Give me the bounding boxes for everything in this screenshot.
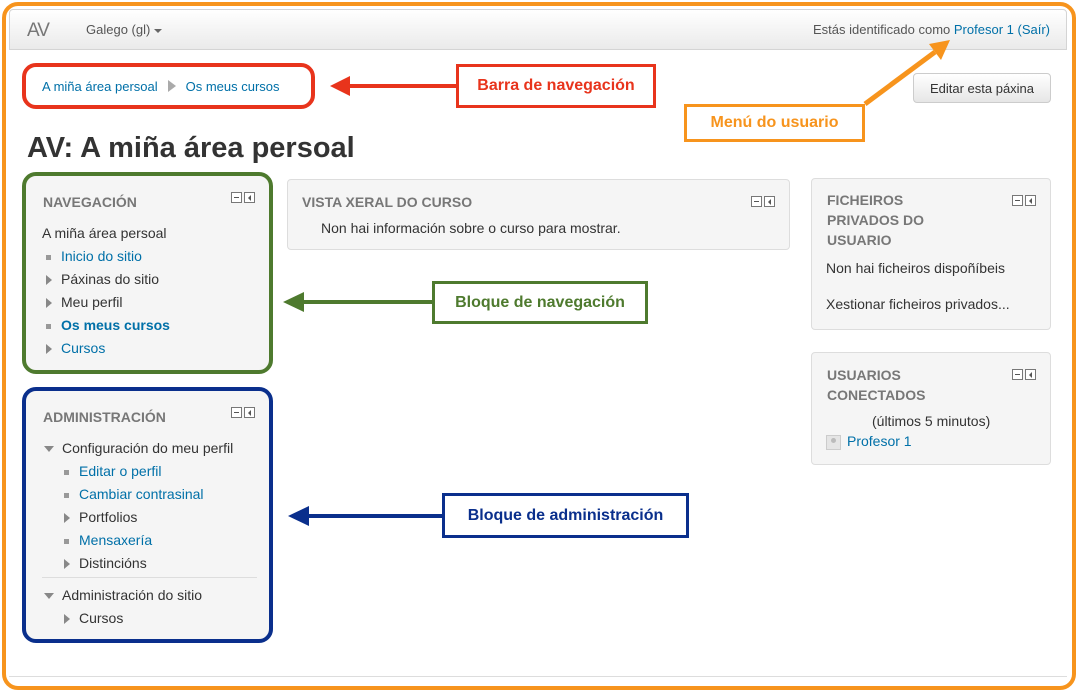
block-controls	[231, 407, 255, 418]
bullet-icon	[64, 492, 69, 498]
collapse-icon[interactable]	[1012, 369, 1023, 380]
admin-item-label: Administración do sitio	[62, 587, 203, 603]
bullet-icon	[46, 323, 51, 329]
collapse-arrow-icon	[44, 446, 54, 453]
page-title: AV: A miña área persoal	[27, 132, 355, 164]
admin-item-label: Distincións	[79, 555, 147, 571]
site-brand[interactable]: AV	[27, 20, 50, 42]
navigation-block: NAVEGACIÓN A miña área persoal Inicio do…	[22, 172, 273, 374]
private-files-title: FICHEIROS PRIVADOS DO USUARIO	[827, 190, 924, 250]
nav-item-label: Páxinas do sitio	[61, 271, 160, 287]
nav-item-courses[interactable]: Cursos	[46, 339, 105, 357]
navigation-block-title: NAVEGACIÓN	[43, 194, 137, 210]
title-line: PRIVADOS DO	[827, 212, 924, 228]
administration-block-title: ADMINISTRACIÓN	[43, 409, 166, 425]
dock-icon[interactable]	[764, 196, 775, 207]
language-menu[interactable]: Galego (gl)	[86, 22, 163, 37]
callout-admin-block: Bloque de administración	[442, 493, 689, 538]
dock-icon[interactable]	[1025, 195, 1036, 206]
breadcrumb-separator-icon	[167, 80, 176, 92]
administration-block: ADMINISTRACIÓN Configuración do meu perf…	[22, 387, 273, 643]
block-divider	[42, 577, 257, 578]
nav-item-my-profile[interactable]: Meu perfil	[46, 293, 122, 311]
title-line: USUARIO	[827, 232, 892, 248]
admin-messaging[interactable]: Mensaxería	[64, 531, 152, 549]
admin-item-label: Configuración do meu perfil	[62, 440, 234, 456]
online-user-link[interactable]: Profesor 1	[847, 433, 912, 449]
collapse-arrow-icon	[44, 593, 54, 600]
callout-user-menu: Menú do usuario	[684, 104, 865, 142]
bullet-icon	[46, 254, 51, 260]
online-users-block: USUARIOS CONECTADOS (últimos 5 minutos) …	[811, 352, 1051, 465]
logout-link[interactable]: (Saír)	[1018, 22, 1051, 37]
dock-icon[interactable]	[1025, 369, 1036, 380]
collapse-icon[interactable]	[751, 196, 762, 207]
expand-arrow-icon	[64, 513, 70, 524]
chevron-down-icon	[154, 28, 163, 33]
expand-arrow-icon	[46, 275, 52, 286]
footer-divider	[9, 676, 1067, 677]
admin-item-label: Portfolios	[79, 509, 138, 525]
online-user-item: Profesor 1	[826, 433, 912, 450]
course-overview-message: Non hai información sobre o curso para m…	[321, 220, 621, 236]
admin-edit-profile[interactable]: Editar o perfil	[64, 462, 161, 480]
expand-arrow-icon	[46, 344, 52, 355]
language-label: Galego (gl)	[86, 22, 151, 37]
block-controls	[1012, 369, 1036, 380]
expand-arrow-icon	[64, 614, 70, 625]
admin-site-administration[interactable]: Administración do sitio	[44, 586, 202, 604]
collapse-icon[interactable]	[1012, 195, 1023, 206]
admin-profile-settings[interactable]: Configuración do meu perfil	[44, 439, 233, 457]
nav-item-label: Meu perfil	[61, 294, 123, 310]
online-period: (últimos 5 minutos)	[872, 413, 991, 429]
admin-change-password[interactable]: Cambiar contrasinal	[64, 485, 204, 503]
admin-site-courses[interactable]: Cursos	[64, 609, 123, 627]
callout-nav-block: Bloque de navegación	[432, 281, 648, 324]
title-line: USUARIOS	[827, 367, 901, 383]
breadcrumb: A miña área persoal Os meus cursos	[22, 63, 315, 109]
title-line: CONECTADOS	[827, 387, 926, 403]
nav-dashboard-link[interactable]: A miña área persoal	[42, 224, 167, 242]
nav-item-label: Os meus cursos	[61, 317, 170, 333]
bullet-icon	[64, 538, 69, 544]
nav-item-site-home[interactable]: Inicio do sitio	[46, 247, 142, 265]
online-users-title: USUARIOS CONECTADOS	[827, 365, 926, 405]
nav-item-site-pages[interactable]: Páxinas do sitio	[46, 270, 159, 288]
admin-item-label: Editar o perfil	[79, 463, 162, 479]
avatar	[826, 434, 841, 450]
top-navbar: AV Galego (gl) Estás identificado como P…	[9, 9, 1067, 50]
user-profile-link[interactable]: Profesor 1	[954, 22, 1014, 37]
admin-item-label: Cambiar contrasinal	[79, 486, 204, 502]
admin-item-label: Cursos	[79, 610, 124, 626]
collapse-icon[interactable]	[231, 192, 242, 203]
private-files-block: FICHEIROS PRIVADOS DO USUARIO Non hai fi…	[811, 178, 1051, 330]
breadcrumb-item-dashboard[interactable]: A miña área persoal	[42, 79, 158, 94]
dock-icon[interactable]	[244, 192, 255, 203]
admin-item-label: Mensaxería	[79, 532, 153, 548]
course-overview-block: VISTA XERAL DO CURSO Non hai información…	[287, 179, 790, 250]
title-line: FICHEIROS	[827, 192, 904, 208]
expand-arrow-icon	[64, 559, 70, 570]
block-controls	[231, 192, 255, 203]
logged-in-text: Estás identificado como	[812, 22, 951, 37]
bullet-icon	[64, 469, 69, 475]
callout-breadcrumb: Barra de navegación	[456, 64, 656, 108]
admin-portfolios[interactable]: Portfolios	[64, 508, 137, 526]
user-menu: Estás identificado como Profesor 1 (Saír…	[813, 22, 1050, 37]
nav-item-my-courses[interactable]: Os meus cursos	[46, 316, 170, 334]
edit-page-button[interactable]: Editar esta páxina	[913, 73, 1051, 103]
admin-badges[interactable]: Distincións	[64, 554, 147, 572]
course-overview-title: VISTA XERAL DO CURSO	[302, 194, 473, 210]
block-controls	[1012, 195, 1036, 206]
collapse-icon[interactable]	[231, 407, 242, 418]
nav-item-label: Cursos	[61, 340, 106, 356]
breadcrumb-item-my-courses[interactable]: Os meus cursos	[186, 79, 280, 94]
expand-arrow-icon	[46, 298, 52, 309]
manage-private-files-link[interactable]: Xestionar ficheiros privados...	[826, 296, 1010, 312]
dock-icon[interactable]	[244, 407, 255, 418]
block-controls	[751, 196, 775, 207]
nav-item-label: Inicio do sitio	[61, 248, 142, 264]
no-files-message: Non hai ficheiros dispoñíbeis	[826, 260, 1005, 276]
